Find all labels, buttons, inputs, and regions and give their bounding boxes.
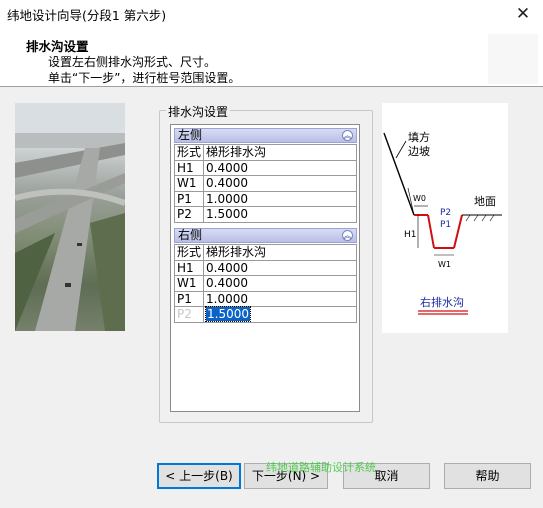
right-section-header[interactable]: 右侧 ︽ — [174, 228, 357, 243]
property-key: H1 — [173, 159, 205, 176]
table-row-editing[interactable]: P2 1.5000 — [173, 306, 357, 323]
table-row[interactable]: P2 1.5000 — [173, 206, 357, 223]
back-button[interactable]: < 上一步(B) — [157, 463, 241, 489]
property-key: P1 — [173, 190, 205, 207]
property-value[interactable]: 梯形排水沟 — [203, 244, 357, 261]
left-section-header[interactable]: 左侧 ︽ — [174, 128, 357, 143]
left-section-title: 左侧 — [178, 128, 203, 142]
fill-label-2: 边坡 — [408, 145, 430, 158]
property-key: H1 — [173, 259, 205, 276]
h1-label: H1 — [404, 230, 417, 240]
property-grid[interactable]: 左侧 ︽ 形式 梯形排水沟 H1 0.4000 W1 0.4000 P1 1.0000 … — [170, 124, 360, 412]
fill-label-1: 填方 — [408, 130, 430, 144]
close-icon[interactable]: ✕ — [503, 0, 543, 30]
property-value[interactable]: 0.4000 — [203, 275, 357, 292]
step-description-2: 单击“下一步”，进行桩号范围设置。 — [48, 71, 241, 85]
property-value[interactable]: 梯形排水沟 — [203, 144, 357, 161]
table-row[interactable]: H1 0.4000 — [173, 259, 357, 276]
table-row[interactable]: P1 1.0000 — [173, 290, 357, 307]
w1-label: W1 — [438, 260, 451, 269]
table-row[interactable]: 形式 梯形排水沟 — [173, 244, 357, 261]
property-key: W1 — [173, 275, 205, 292]
drainage-diagram: 填方 边坡 地面 W0 P2 P1 H1 W1 右排水沟 — [382, 103, 508, 333]
table-row[interactable]: W1 0.4000 — [173, 275, 357, 292]
w0-label: W0 — [413, 194, 426, 203]
table-row[interactable]: H1 0.4000 — [173, 159, 357, 176]
property-value[interactable]: 0.4000 — [203, 259, 357, 276]
collapse-icon[interactable]: ︽ — [342, 230, 353, 241]
right-section-title: 右侧 — [178, 228, 203, 242]
property-key: W1 — [173, 175, 205, 192]
p1-label: P1 — [440, 220, 451, 230]
property-key: P1 — [173, 290, 205, 307]
diagram-caption: 右排水沟 — [420, 295, 464, 309]
property-value[interactable]: 1.0000 — [203, 190, 357, 207]
window-title: 纬地设计向导(分段1 第六步) — [7, 8, 167, 23]
watermark-text: 纬地道路辅助设计系统 — [266, 461, 376, 474]
property-key: 形式 — [173, 144, 205, 161]
step-description-1: 设置左右侧排水沟形式、尺寸。 — [48, 55, 217, 69]
left-section-table: 形式 梯形排水沟 H1 0.4000 W1 0.4000 P1 1.0000 P2 1.5… — [173, 144, 357, 223]
property-value[interactable]: 0.4000 — [203, 159, 357, 176]
collapse-icon[interactable]: ︽ — [342, 130, 353, 141]
property-value[interactable]: 0.4000 — [203, 175, 357, 192]
p2-label: P2 — [440, 208, 451, 218]
title-bar: 纬地设计向导(分段1 第六步) ✕ — [0, 0, 543, 30]
property-value[interactable]: 1.5000 — [203, 206, 357, 223]
value-edit-field[interactable]: 1.5000 — [205, 306, 252, 323]
property-key: P2 — [173, 206, 205, 223]
right-section-table: 形式 梯形排水沟 H1 0.4000 W1 0.4000 P1 1.0000 P2 1.5… — [173, 244, 357, 323]
table-row[interactable]: 形式 梯形排水沟 — [173, 144, 357, 161]
groupbox-label: 排水沟设置 — [166, 103, 231, 120]
property-key: 形式 — [173, 244, 205, 261]
property-value-editor[interactable]: 1.5000 — [203, 306, 357, 323]
table-row[interactable]: P1 1.0000 — [173, 190, 357, 207]
highway-photo — [15, 103, 125, 331]
header-decoration — [488, 34, 538, 84]
wizard-header: 排水沟设置 设置左右侧排水沟形式、尺寸。 单击“下一步”，进行桩号范围设置。 — [0, 30, 543, 87]
help-button[interactable]: 帮助 — [444, 463, 531, 489]
ground-label: 地面 — [474, 195, 496, 208]
property-value[interactable]: 1.0000 — [203, 290, 357, 307]
table-row[interactable]: W1 0.4000 — [173, 175, 357, 192]
property-key: P2 — [173, 306, 205, 323]
